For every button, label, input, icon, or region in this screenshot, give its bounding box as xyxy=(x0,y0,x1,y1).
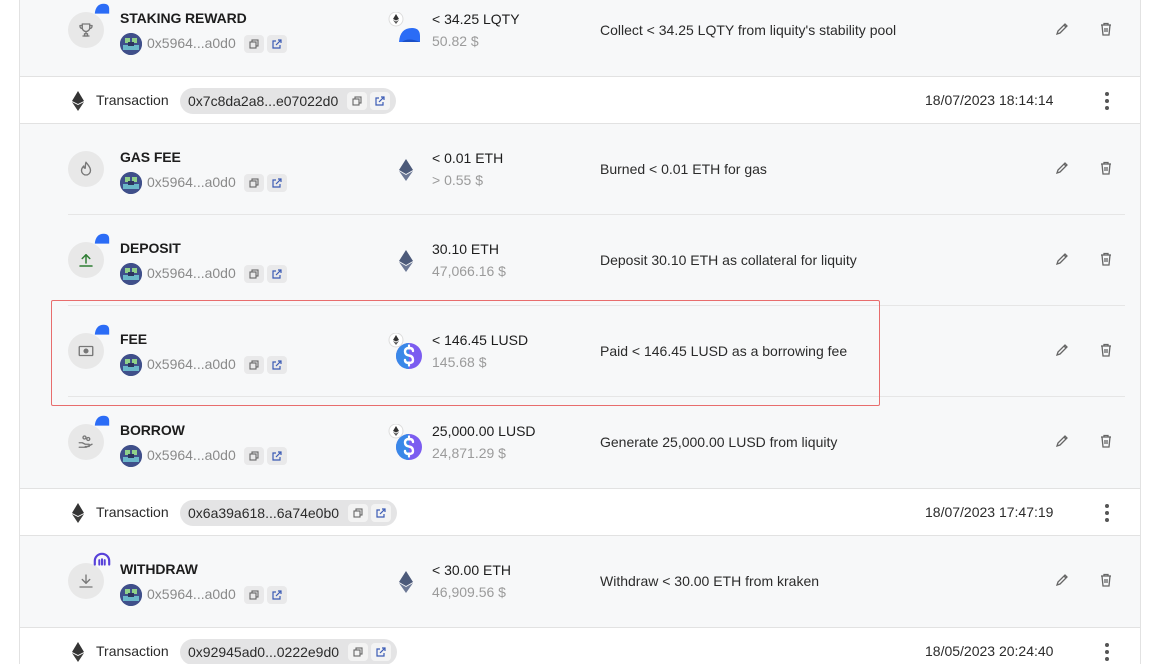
transaction-row[interactable]: Transaction 0x6a39a618...6a74e0b0 18/07/… xyxy=(20,488,1140,536)
external-link-button[interactable] xyxy=(267,586,287,604)
account-address: 0x5964...a0d0 xyxy=(147,265,236,281)
transaction-label: Transaction xyxy=(96,643,169,659)
delete-icon[interactable] xyxy=(1098,433,1114,449)
event-title: STAKING REWARD xyxy=(120,10,247,26)
transaction-hash-chip[interactable]: 0x7c8da2a8...e07022d0 xyxy=(180,88,397,114)
account-address: 0x5964...a0d0 xyxy=(147,586,236,602)
flame-icon xyxy=(68,151,104,187)
account-address: 0x5964...a0d0 xyxy=(147,447,236,463)
delete-icon[interactable] xyxy=(1098,251,1114,267)
edit-icon[interactable] xyxy=(1054,251,1070,267)
event-title: BORROW xyxy=(120,422,185,438)
avatar xyxy=(120,445,142,467)
copy-address-button[interactable] xyxy=(244,447,264,465)
external-link-button[interactable] xyxy=(267,447,287,465)
usd-value: 47,066.16 $ xyxy=(432,263,506,279)
event-row-staking-reward[interactable]: STAKING REWARD 0x5964...a0d0 < 34.25 LQT… xyxy=(20,0,1140,74)
transaction-hash: 0x7c8da2a8...e07022d0 xyxy=(188,93,339,109)
avatar xyxy=(120,584,142,606)
delete-icon[interactable] xyxy=(1098,160,1114,176)
usd-value: 46,909.56 $ xyxy=(432,584,506,600)
ethereum-icon xyxy=(72,91,84,111)
event-row-borrow[interactable]: BORROW 0x5964...a0d0 25,000.00 LUSD 24,8… xyxy=(20,396,1140,486)
transaction-hash: 0x92945ad0...0222e9d0 xyxy=(188,644,340,660)
lusd-token-icon xyxy=(388,424,422,460)
transaction-hash-chip[interactable]: 0x6a39a618...6a74e0b0 xyxy=(180,500,398,526)
token-amount: 25,000.00 LUSD xyxy=(432,423,536,439)
token-amount: 30.10 ETH xyxy=(432,241,499,257)
more-options-icon[interactable] xyxy=(1102,502,1112,524)
transaction-row[interactable]: Transaction 0x92945ad0...0222e9d0 18/05/… xyxy=(20,627,1140,664)
selection-highlight xyxy=(51,300,880,406)
copy-hash-button[interactable] xyxy=(347,92,368,110)
external-link-button[interactable] xyxy=(371,643,392,661)
event-description: Generate 25,000.00 LUSD from liquity xyxy=(600,434,838,450)
token-amount: < 0.01 ETH xyxy=(432,150,504,166)
token-amount: < 34.25 LQTY xyxy=(432,11,520,27)
transaction-row[interactable]: Transaction 0x7c8da2a8...e07022d0 18/07/… xyxy=(20,76,1140,124)
eth-token-icon xyxy=(399,571,413,593)
avatar xyxy=(120,33,142,55)
usd-value: 50.82 $ xyxy=(432,33,479,49)
usd-value: > 0.55 $ xyxy=(432,172,483,188)
more-options-icon[interactable] xyxy=(1102,641,1112,663)
copy-address-button[interactable] xyxy=(244,35,264,53)
transaction-date: 18/07/2023 17:47:19 xyxy=(925,504,1054,520)
kraken-icon xyxy=(93,552,111,566)
copy-address-button[interactable] xyxy=(244,586,264,604)
avatar xyxy=(120,263,142,285)
liquity-icon xyxy=(94,415,110,426)
event-description: Collect < 34.25 LQTY from liquity's stab… xyxy=(600,22,897,38)
edit-icon[interactable] xyxy=(1054,572,1070,588)
edit-icon[interactable] xyxy=(1054,21,1070,37)
event-title: GAS FEE xyxy=(120,149,181,165)
edit-icon[interactable] xyxy=(1054,160,1070,176)
copy-address-button[interactable] xyxy=(244,265,264,283)
ethereum-icon xyxy=(72,503,84,523)
copy-hash-button[interactable] xyxy=(348,643,369,661)
event-description: Withdraw < 30.00 ETH from kraken xyxy=(600,573,820,589)
liquity-icon xyxy=(94,3,110,14)
edit-icon[interactable] xyxy=(1054,433,1070,449)
external-link-button[interactable] xyxy=(267,35,287,53)
more-options-icon[interactable] xyxy=(1102,90,1112,112)
event-title: WITHDRAW xyxy=(120,561,198,577)
copy-hash-button[interactable] xyxy=(348,504,369,522)
transaction-label: Transaction xyxy=(96,92,169,108)
external-link-button[interactable] xyxy=(371,504,392,522)
liquity-icon xyxy=(94,233,110,244)
ethereum-icon xyxy=(72,642,84,662)
edit-icon[interactable] xyxy=(1054,342,1070,358)
eth-token-icon xyxy=(399,250,413,272)
external-link-button[interactable] xyxy=(267,265,287,283)
event-title: DEPOSIT xyxy=(120,240,181,256)
delete-icon[interactable] xyxy=(1098,572,1114,588)
usd-value: 24,871.29 $ xyxy=(432,445,506,461)
external-link-button[interactable] xyxy=(370,92,391,110)
event-description: Burned < 0.01 ETH for gas xyxy=(600,161,767,177)
lqty-token-icon xyxy=(388,12,420,42)
delete-icon[interactable] xyxy=(1098,342,1114,358)
avatar xyxy=(120,172,142,194)
token-amount: < 30.00 ETH xyxy=(432,562,511,578)
account-address: 0x5964...a0d0 xyxy=(147,174,236,190)
transaction-hash-chip[interactable]: 0x92945ad0...0222e9d0 xyxy=(180,639,398,664)
eth-token-icon xyxy=(399,159,413,181)
event-row-withdraw[interactable]: WITHDRAW 0x5964...a0d0 < 30.00 ETH 46,90… xyxy=(20,535,1140,625)
event-row-gas-fee[interactable]: GAS FEE 0x5964...a0d0 < 0.01 ETH > 0.55 … xyxy=(20,123,1140,213)
external-link-button[interactable] xyxy=(267,174,287,192)
transaction-date: 18/05/2023 20:24:40 xyxy=(925,643,1054,659)
transaction-date: 18/07/2023 18:14:14 xyxy=(925,92,1054,108)
delete-icon[interactable] xyxy=(1098,21,1114,37)
transaction-hash: 0x6a39a618...6a74e0b0 xyxy=(188,505,340,521)
account-address: 0x5964...a0d0 xyxy=(147,35,236,51)
transaction-label: Transaction xyxy=(96,504,169,520)
event-row-deposit[interactable]: DEPOSIT 0x5964...a0d0 30.10 ETH 47,066.1… xyxy=(20,214,1140,304)
event-description: Deposit 30.10 ETH as collateral for liqu… xyxy=(600,252,857,268)
copy-address-button[interactable] xyxy=(244,174,264,192)
